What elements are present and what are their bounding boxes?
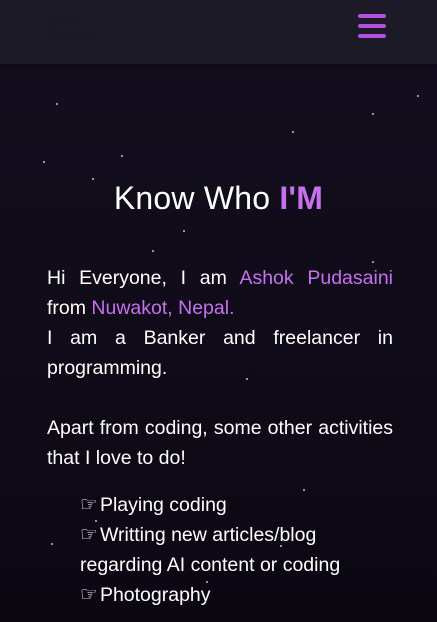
- title-accent: I'M: [279, 180, 324, 216]
- name-highlight: Ashok Pudasaini: [239, 267, 393, 289]
- profession-text: I am a Banker and freelancer in programm…: [47, 327, 393, 379]
- hobbies-intro: Apart from coding, some other activities…: [47, 417, 393, 469]
- hamburger-icon[interactable]: [358, 14, 386, 38]
- hamburger-bar: [358, 14, 386, 18]
- navbar: Ashok Pudasaini: [0, 0, 437, 64]
- star: [43, 161, 45, 163]
- star: [152, 250, 154, 252]
- activities-list: ☞ Playing coding ☞ Writting new articles/b…: [80, 490, 400, 610]
- hand-point-right-icon: ☞: [80, 584, 98, 606]
- list-item: ☞ Photography: [80, 580, 400, 610]
- intro-paragraph: Hi Everyone, I am Ashok Pudasaini from N…: [47, 263, 393, 383]
- from-text: from: [47, 297, 92, 319]
- logo-line-2: Pudasaini: [43, 29, 93, 40]
- activity-label: Playing coding: [99, 494, 227, 516]
- star: [417, 95, 419, 97]
- section-title: Know Who I'M: [0, 180, 437, 217]
- list-item: ☞ Playing coding: [80, 490, 400, 520]
- title-prefix: Know Who: [113, 180, 280, 216]
- greeting-text: Hi Everyone, I am: [47, 267, 240, 289]
- hamburger-bar: [358, 24, 386, 28]
- star: [121, 155, 123, 157]
- site-logo[interactable]: Ashok Pudasaini: [43, 12, 93, 46]
- star: [183, 230, 185, 232]
- logo-line-1: Ashok: [51, 17, 83, 28]
- hand-point-right-icon: ☞: [80, 524, 98, 546]
- star: [51, 543, 53, 545]
- location-highlight: Nuwakot, Nepal.: [91, 297, 235, 319]
- star: [372, 113, 374, 115]
- activity-label: Writting new articles/blog regarding AI …: [80, 524, 341, 576]
- star: [292, 131, 294, 133]
- hand-point-right-icon: ☞: [80, 494, 98, 516]
- list-item: ☞ Writting new articles/blog regarding AI…: [80, 520, 400, 580]
- hamburger-bar: [358, 34, 386, 38]
- activity-label: Photography: [99, 584, 211, 606]
- star: [56, 103, 58, 105]
